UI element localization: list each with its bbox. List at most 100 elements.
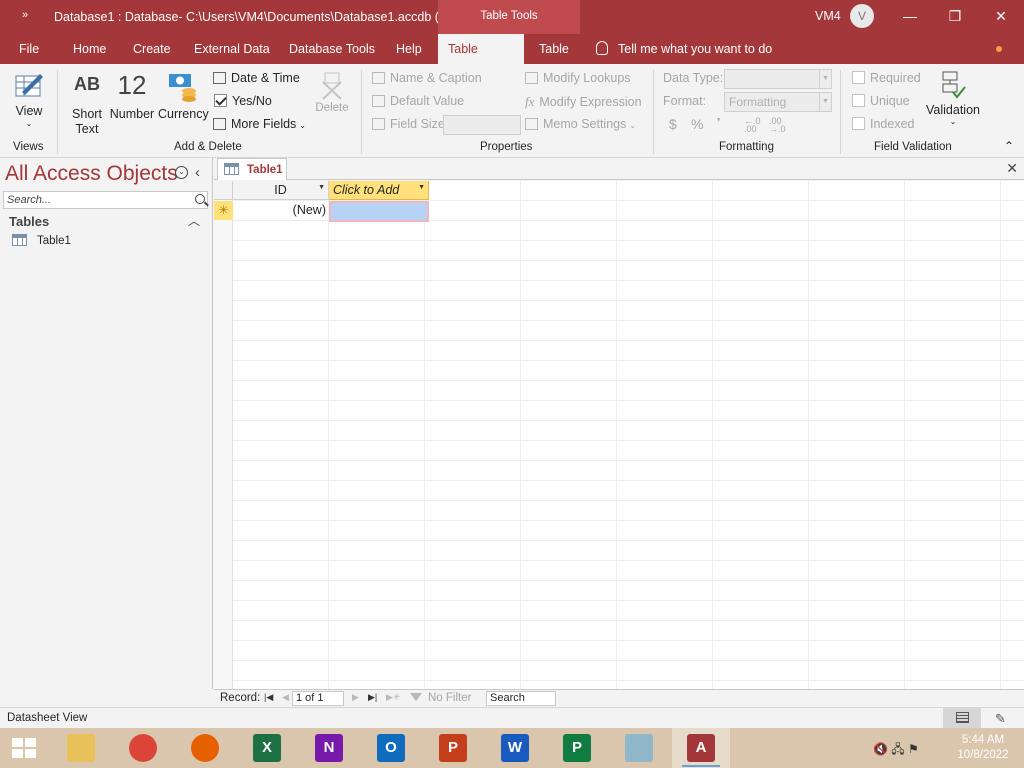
field-size-input[interactable] [443, 115, 521, 135]
record-search-input[interactable]: Search [486, 691, 556, 706]
document-tab-table1[interactable]: Table1 [217, 158, 287, 180]
percent-format-button[interactable]: % [691, 116, 703, 132]
tab-table[interactable]: Table [529, 34, 579, 64]
fx-icon: fx [525, 94, 535, 109]
nav-menu-chevron-icon[interactable]: ⌄ [175, 166, 188, 179]
tab-create[interactable]: Create [123, 34, 181, 64]
taskbar-app-excel[interactable]: X [238, 728, 296, 768]
short-text-button[interactable]: AB Short Text [68, 74, 106, 136]
date-time-button[interactable]: Date & Time [213, 71, 300, 85]
chevron-down-icon: ▼ [819, 70, 831, 88]
number-button[interactable]: 12 Number [109, 70, 155, 121]
default-value-button[interactable]: Default Value [372, 94, 464, 108]
column-dropdown-icon[interactable]: ▼ [418, 184, 425, 191]
taskbar-app-access[interactable]: A [672, 728, 730, 768]
datasheet-grid[interactable]: ID ▼ Click to Add ▼ ✳ (New) [214, 181, 1024, 689]
design-view-icon[interactable]: ✎ [995, 711, 1006, 727]
modify-expression-button[interactable]: fx Modify Expression [525, 94, 642, 110]
select-all-corner[interactable] [214, 181, 233, 200]
taskbar-app-project[interactable]: P [548, 728, 606, 768]
taskbar-app-powerpoint[interactable]: P [424, 728, 482, 768]
last-record-icon[interactable]: ▶| [368, 692, 377, 703]
minimize-button[interactable]: — [895, 4, 925, 28]
nav-search-input[interactable]: Search... [3, 191, 208, 209]
delete-button[interactable]: Delete [314, 72, 350, 114]
more-fields-button[interactable]: More Fields ⌄ [213, 117, 306, 131]
new-record-icon[interactable]: ▶✳ [386, 692, 400, 703]
indexed-checkbox[interactable]: Indexed [852, 117, 914, 131]
currency-button[interactable]: Currency [158, 70, 209, 121]
collapse-section-icon[interactable]: ︿ [188, 212, 200, 229]
yes-no-button[interactable]: Yes/No [214, 94, 272, 108]
selected-cell[interactable] [329, 201, 429, 222]
data-type-select[interactable]: ▼ [724, 69, 832, 89]
nav-pane-title[interactable]: All Access Objects [5, 162, 178, 186]
shutter-bar-close-icon[interactable]: ‹ [195, 164, 200, 181]
nav-item-table1[interactable]: Table1 [12, 234, 71, 247]
datasheet-view-button[interactable] [943, 708, 981, 728]
tab-file[interactable]: File [9, 34, 49, 64]
next-record-icon[interactable]: ▶ [352, 692, 359, 703]
context-tab-label: Table Tools [480, 10, 538, 22]
system-tray-icons[interactable]: 🔇 🖧 ⚑ [873, 740, 919, 761]
column-header-click-to-add[interactable]: Click to Add ▼ [329, 181, 429, 200]
decrease-decimals-button[interactable]: .00 →.0 [769, 117, 787, 134]
taskbar-app-word[interactable]: W [486, 728, 544, 768]
avatar[interactable]: V [850, 4, 874, 28]
required-label: Required [870, 71, 921, 85]
view-button[interactable]: View ⌄ [13, 70, 45, 128]
name-caption-button[interactable]: Name & Caption [372, 71, 482, 85]
increase-decimals-button[interactable]: ←.0 .00 [744, 117, 762, 134]
tab-table-fields[interactable]: Table Fields [438, 34, 524, 86]
close-document-icon[interactable]: ✕ [1006, 160, 1018, 177]
tab-external-data[interactable]: External Data [184, 34, 280, 64]
previous-record-icon[interactable]: ◀ [282, 692, 289, 703]
quick-access-toolbar-icon[interactable]: » [22, 9, 28, 21]
clock-date: 10/8/2022 [957, 749, 1009, 761]
number-label: Number [109, 107, 155, 121]
excel-icon: X [253, 734, 281, 762]
taskbar-app-onenote[interactable]: N [300, 728, 358, 768]
column-dropdown-icon[interactable]: ▼ [318, 184, 325, 191]
restore-button[interactable]: ❐ [940, 4, 970, 28]
windows-start-icon[interactable] [12, 738, 36, 758]
group-separator [653, 70, 654, 154]
modify-lookups-label: Modify Lookups [543, 71, 631, 85]
currency-icon [169, 74, 196, 102]
tell-me-search[interactable]: Tell me what you want to do [596, 41, 772, 56]
filter-status[interactable]: No Filter [410, 692, 471, 704]
close-window-button[interactable]: ✕ [986, 4, 1016, 28]
memo-settings-button[interactable]: Memo Settings ⌄ [525, 117, 636, 131]
required-checkbox[interactable]: Required [852, 71, 921, 85]
format-select[interactable]: Formatting ▼ [724, 92, 832, 112]
group-separator [361, 70, 362, 154]
search-icon[interactable] [195, 194, 205, 204]
taskbar-clock[interactable]: 5:44 AM 10/8/2022 [953, 733, 1013, 763]
new-record-marker[interactable]: ✳ [214, 201, 233, 220]
first-record-icon[interactable]: |◀ [264, 692, 273, 703]
modify-lookups-button[interactable]: Modify Lookups [525, 71, 631, 85]
comma-format-button[interactable]: ❜ [717, 116, 721, 129]
taskbar-app-firefox[interactable] [176, 728, 234, 768]
record-position-input[interactable]: 1 of 1 [292, 691, 344, 706]
new-row-id-cell[interactable]: (New) [233, 201, 328, 220]
validation-button[interactable]: Validation ⌄ [924, 70, 982, 126]
user-name[interactable]: VM4 [815, 9, 841, 23]
active-app-indicator [682, 765, 720, 767]
taskbar-app-chrome[interactable] [114, 728, 172, 768]
project-icon: P [563, 734, 591, 762]
data-type-label: Data Type: [663, 71, 724, 85]
nav-section-tables[interactable]: Tables [9, 214, 49, 229]
taskbar-app-notepad[interactable] [610, 728, 668, 768]
tab-help[interactable]: Help [386, 34, 432, 64]
onenote-icon: N [315, 734, 343, 762]
taskbar-app-outlook[interactable]: O [362, 728, 420, 768]
unique-checkbox[interactable]: Unique [852, 94, 910, 108]
taskbar-app-file-explorer[interactable] [52, 728, 110, 768]
column-header-id[interactable]: ID ▼ [233, 181, 329, 200]
currency-format-button[interactable]: $ [669, 116, 677, 132]
tab-database-tools[interactable]: Database Tools [279, 34, 385, 64]
tab-home[interactable]: Home [63, 34, 116, 64]
collapse-ribbon-icon[interactable]: ⌃ [1004, 139, 1014, 153]
yes-no-label: Yes/No [232, 94, 272, 108]
